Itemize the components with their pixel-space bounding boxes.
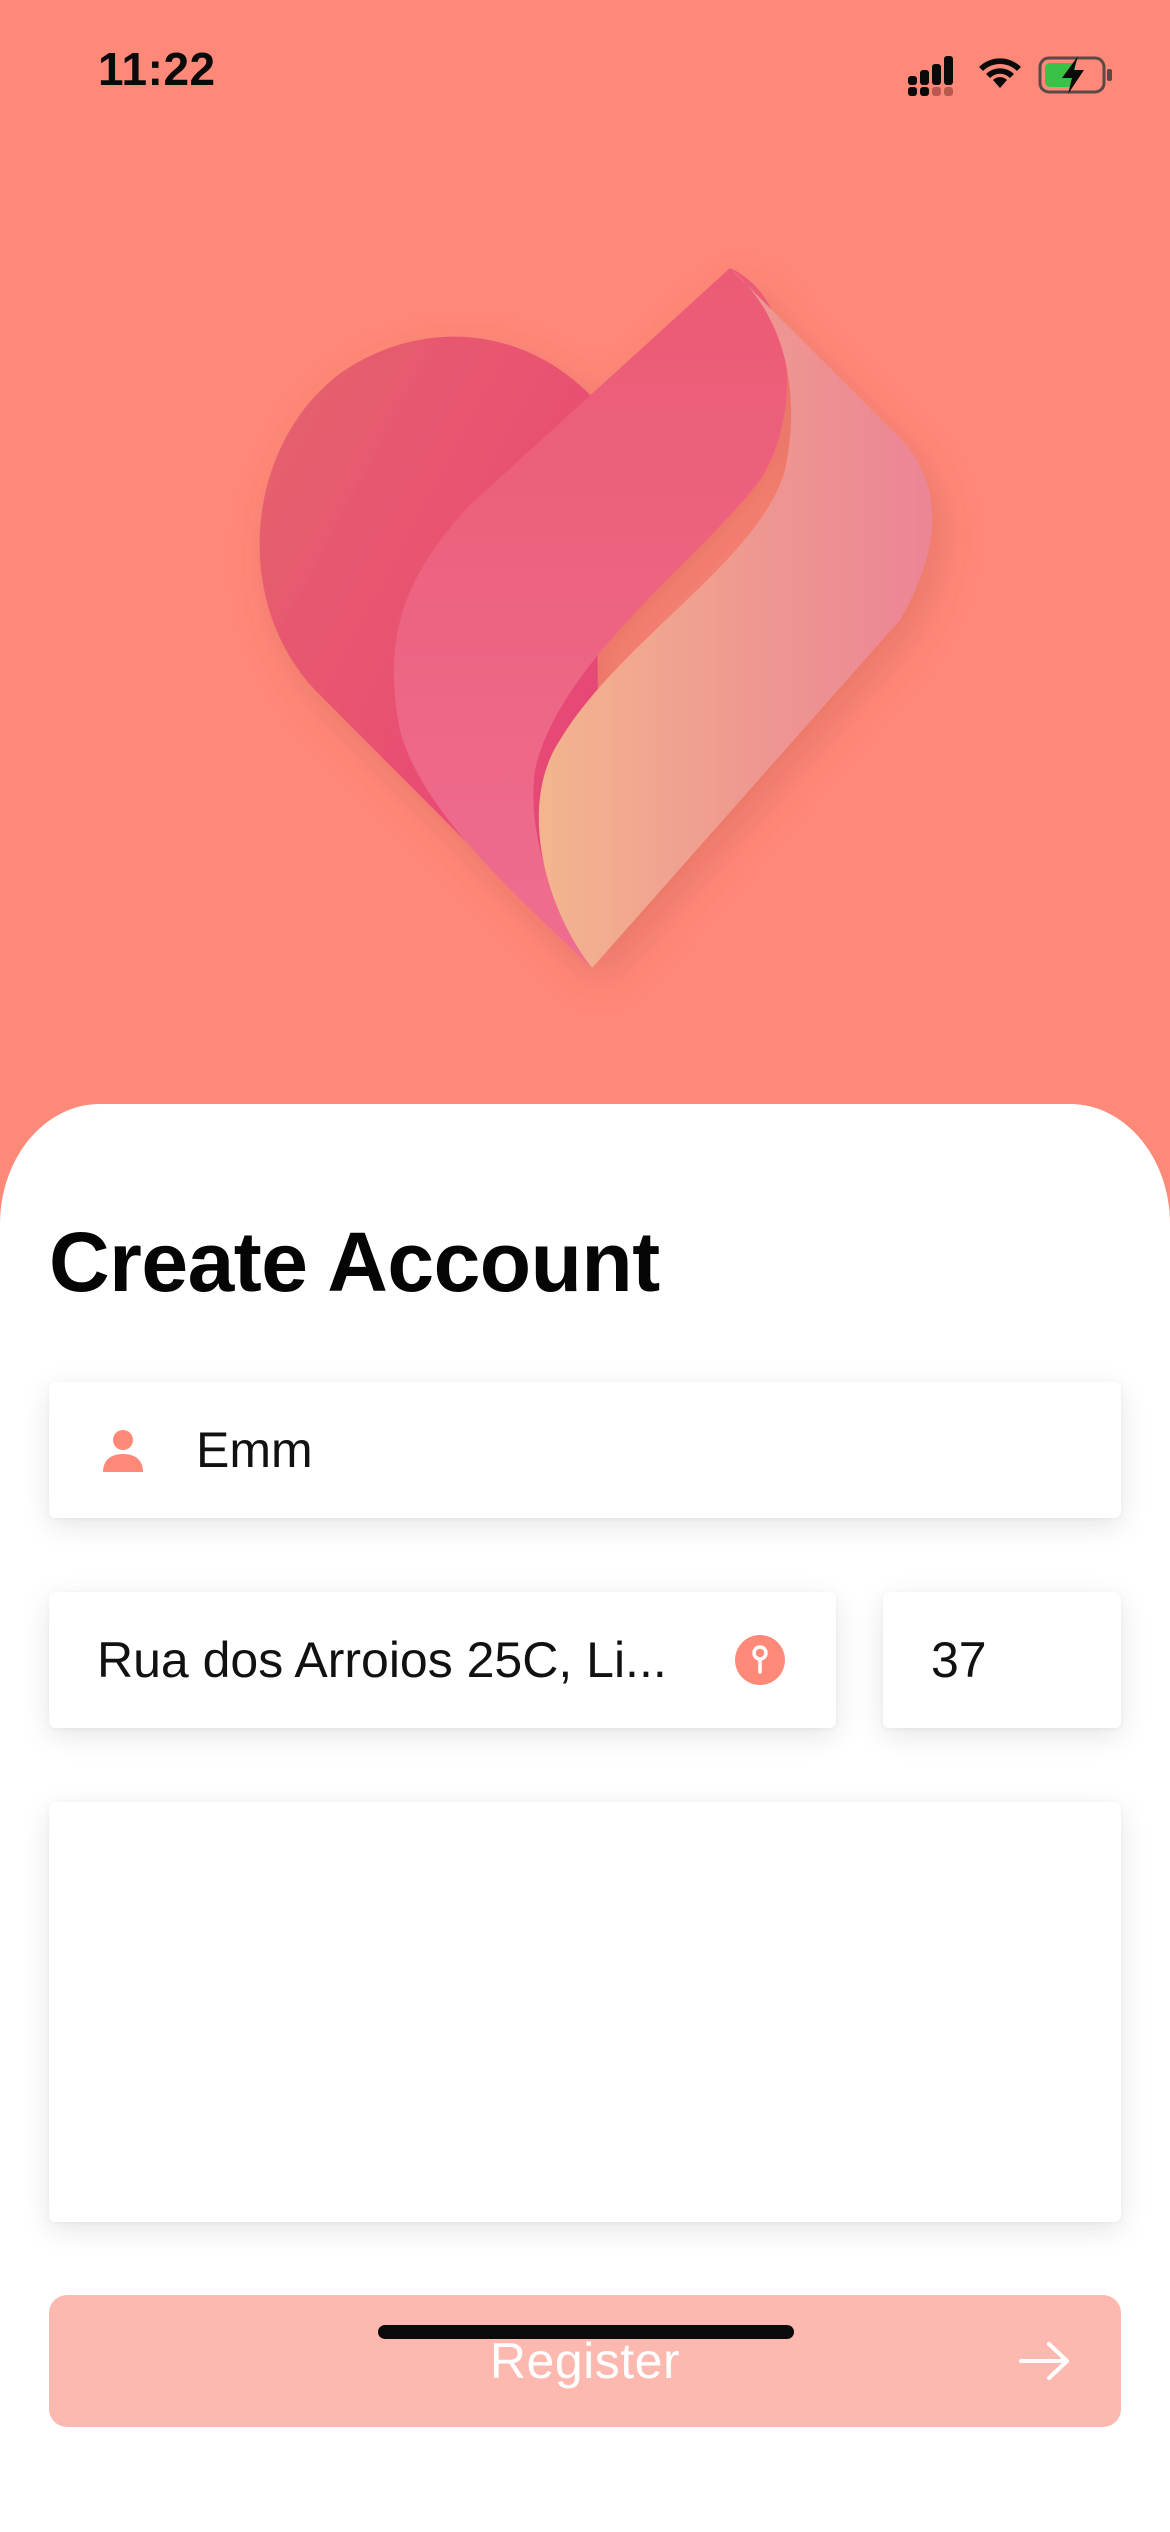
battery-charging-icon [1038, 56, 1112, 94]
cellular-signal-icon [908, 56, 953, 96]
heart-logo-icon [259, 268, 933, 968]
address-input[interactable]: Rua dos Arroios 25C, Li... [97, 1631, 667, 1689]
address-field[interactable]: Rua dos Arroios 25C, Li... [49, 1592, 836, 1728]
page-title: Create Account [49, 1215, 660, 1309]
person-icon [103, 1430, 143, 1472]
status-time: 11:22 [98, 43, 216, 95]
arrow-right-icon [1019, 2342, 1069, 2380]
status-bar: 11:22 [0, 0, 1170, 150]
name-input[interactable]: Emm [196, 1421, 313, 1479]
hero-section [0, 150, 1170, 1100]
wifi-icon [979, 58, 1021, 88]
status-icons [906, 50, 1116, 98]
name-field[interactable]: Emm [49, 1382, 1121, 1518]
map-pin-icon[interactable] [734, 1634, 786, 1686]
number-field[interactable]: 37 [883, 1592, 1121, 1728]
notes-field[interactable] [49, 1802, 1121, 2222]
form-sheet: Create Account Emm Rua dos Arroios 25C, … [0, 1104, 1170, 2532]
register-button-label: Register [489, 2333, 681, 2389]
register-button[interactable]: Register [49, 2295, 1121, 2427]
home-indicator[interactable] [378, 2325, 794, 2339]
number-input[interactable]: 37 [931, 1631, 987, 1689]
